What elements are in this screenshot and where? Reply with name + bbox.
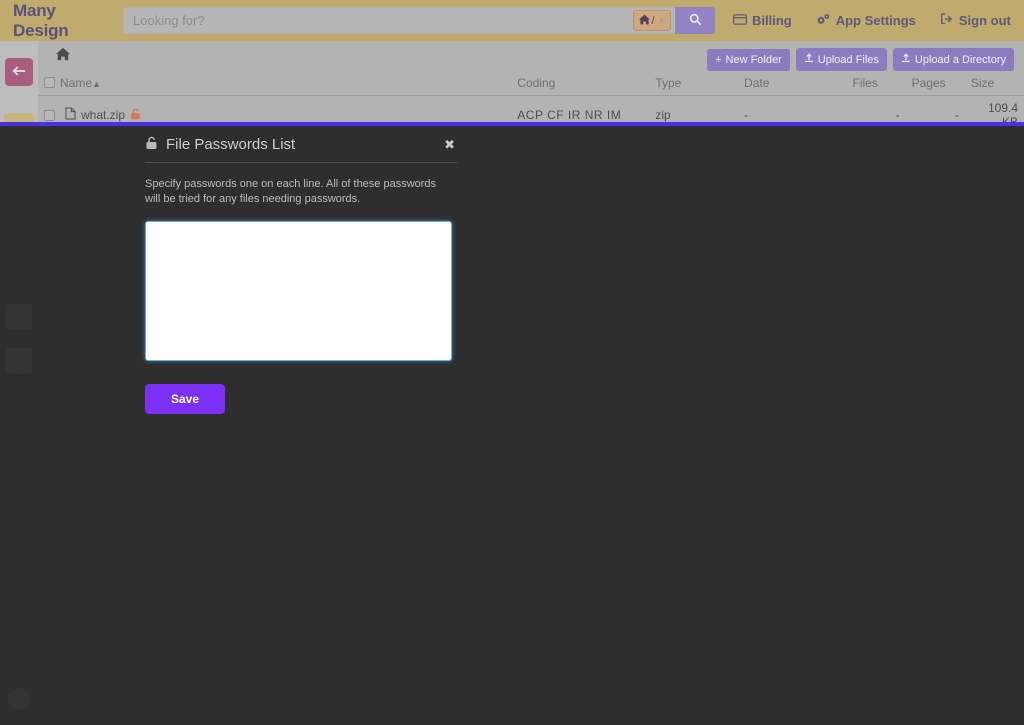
row-checkbox[interactable] — [44, 110, 55, 121]
file-passwords-dialog: File Passwords List ✖ Specify passwords … — [145, 136, 457, 414]
upload-files-button[interactable]: Upload Files — [796, 48, 887, 71]
scope-path: / — [652, 15, 655, 27]
table-header-row: Name▲ Coding Type Date Files Pages Size — [38, 73, 1024, 96]
column-header-type[interactable]: Type — [649, 73, 738, 96]
column-header-name-label: Name — [60, 76, 92, 90]
column-header-name[interactable]: Name▲ — [38, 73, 511, 96]
dialog-footer: Save — [145, 366, 457, 414]
new-folder-label: New Folder — [726, 54, 782, 66]
sidebar-ghost-item-3[interactable] — [8, 688, 30, 710]
column-header-coding[interactable]: Coding — [511, 73, 649, 96]
nav-app-settings-label: App Settings — [836, 13, 916, 28]
column-header-size[interactable]: Size — [965, 73, 1024, 96]
dialog-header: File Passwords List ✖ — [145, 136, 457, 163]
brand-logo[interactable]: Many Design — [13, 1, 113, 41]
dialog-help-text: Specify passwords one on each line. All … — [145, 177, 447, 207]
upload-directory-button[interactable]: Upload a Directory — [893, 48, 1014, 71]
nav-app-settings[interactable]: App Settings — [816, 13, 916, 29]
select-all-checkbox[interactable] — [44, 77, 55, 88]
unlock-icon — [145, 136, 158, 153]
file-name-label: what.zip — [81, 108, 125, 122]
header-nav: Billing App Settings Sign out — [733, 13, 1011, 29]
gears-icon — [816, 13, 831, 29]
search-button[interactable] — [675, 7, 715, 34]
save-button[interactable]: Save — [145, 384, 225, 414]
top-header-bar: Many Design / × — [0, 0, 1024, 41]
search-icon — [689, 13, 702, 29]
unlock-icon[interactable] — [130, 108, 141, 123]
upload-icon — [804, 53, 814, 66]
close-icon[interactable]: ✖ — [442, 137, 457, 153]
nav-billing[interactable]: Billing — [733, 13, 792, 28]
sort-asc-icon: ▲ — [92, 79, 101, 89]
sign-out-icon — [940, 13, 954, 28]
credit-card-icon — [733, 13, 747, 28]
upload-files-label: Upload Files — [818, 54, 879, 66]
nav-billing-label: Billing — [752, 13, 792, 28]
column-header-files[interactable]: Files — [847, 73, 906, 96]
home-icon — [639, 14, 650, 28]
file-icon — [65, 107, 76, 123]
search-input[interactable] — [123, 7, 715, 34]
sidebar-ghost-item-2[interactable] — [6, 348, 32, 374]
upload-directory-label: Upload a Directory — [915, 54, 1006, 66]
passwords-textarea[interactable] — [145, 221, 452, 361]
column-header-pages[interactable]: Pages — [906, 73, 965, 96]
nav-sign-out[interactable]: Sign out — [940, 13, 1011, 28]
nav-sign-out-label: Sign out — [959, 13, 1011, 28]
arrow-left-icon — [12, 64, 26, 80]
home-icon[interactable] — [56, 47, 70, 64]
plus-icon: + — [715, 54, 721, 66]
back-button[interactable] — [5, 58, 33, 86]
close-icon[interactable]: × — [659, 15, 665, 27]
search-area: / × — [123, 7, 715, 34]
dialog-title: File Passwords List — [166, 136, 442, 153]
upload-icon — [901, 53, 911, 66]
column-header-date[interactable]: Date — [738, 73, 846, 96]
search-scope-badge[interactable]: / × — [633, 10, 672, 31]
file-actions-toolbar: + New Folder Upload Files Upload a Direc… — [707, 48, 1014, 71]
new-folder-button[interactable]: + New Folder — [707, 49, 790, 71]
sidebar-ghost-item-1[interactable] — [6, 304, 32, 330]
